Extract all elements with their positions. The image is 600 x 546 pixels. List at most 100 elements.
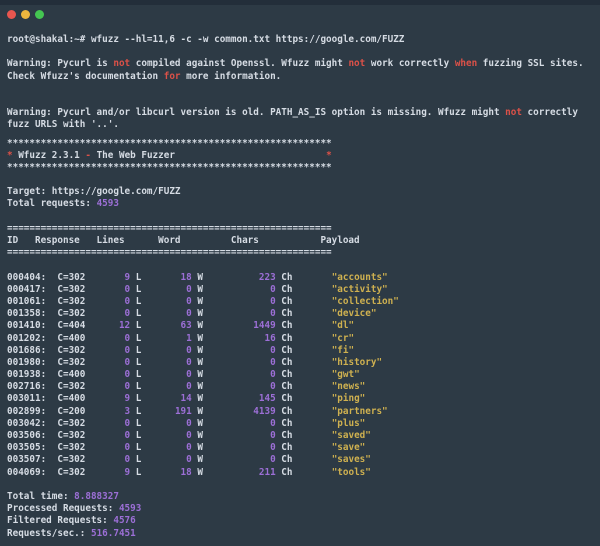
highlighted-text: 0 <box>202 344 276 356</box>
table-separator: ========================================… <box>7 223 600 235</box>
terminal-text: L <box>130 332 142 344</box>
terminal-text: W <box>191 381 203 393</box>
close-button[interactable] <box>7 10 16 19</box>
terminal-text: Target: <box>7 186 52 198</box>
highlighted-text: "saves" <box>331 454 371 466</box>
table-row: 001980: C=302 0 L 0 W 0 Ch "history" <box>7 357 600 369</box>
terminal-text: Ch <box>275 430 332 441</box>
terminal-text: 001980: C=302 <box>7 356 86 368</box>
highlighted-text: 14 <box>141 393 192 405</box>
highlighted-text: 0 <box>202 308 276 320</box>
highlighted-text: 1449 <box>202 320 276 332</box>
terminal-text: fuzz URLS with '..'. <box>7 119 119 131</box>
terminal-text: W <box>191 308 203 320</box>
terminal-text: L <box>130 271 142 283</box>
table-row: 003011: C=400 9 L 14 W 145 Ch "ping" <box>7 393 600 405</box>
terminal-text: 003506: C=302 <box>7 430 86 441</box>
terminal-text: The Web Fuzzer <box>90 149 175 161</box>
highlighted-text: 9 <box>85 271 131 283</box>
terminal-text: ID Response Lines Word Chars Payload <box>7 235 360 246</box>
highlighted-text: 191 <box>141 405 192 417</box>
highlighted-text: 0 <box>141 356 192 368</box>
highlighted-text: 0 <box>85 454 131 466</box>
terminal-text: L <box>130 381 142 393</box>
table-separator: ========================================… <box>7 247 600 259</box>
highlighted-text: 16 <box>202 332 276 344</box>
highlighted-text: 4593 <box>96 198 119 210</box>
highlighted-text: 0 <box>202 283 276 295</box>
summary-line: Requests/sec.: 516.7451 <box>7 528 600 540</box>
terminal-text: compiled against Openssl. Wfuzz might <box>130 58 349 70</box>
terminal-text: 000417: C=302 <box>7 283 86 295</box>
terminal-text: L <box>130 369 142 381</box>
table-row: 002716: C=302 0 L 0 W 0 Ch "news" <box>7 381 600 393</box>
table-row: 001061: C=302 0 L 0 W 0 Ch "collection" <box>7 296 600 308</box>
terminal-text: Total requests: <box>7 198 97 210</box>
highlighted-text: 3 <box>85 405 131 417</box>
highlighted-text: 0 <box>202 442 276 454</box>
terminal-text: 002716: C=302 <box>7 381 86 393</box>
highlighted-text: 0 <box>141 308 192 320</box>
terminal-text: fuzzing SSL sites. <box>477 58 584 70</box>
terminal-text: L <box>130 466 142 478</box>
table-row: 003506: C=302 0 L 0 W 0 Ch "saved" <box>7 430 600 442</box>
maximize-button[interactable] <box>35 10 44 19</box>
terminal-text: Requests/sec.: <box>7 527 91 539</box>
terminal-text: Ch <box>275 308 332 320</box>
highlighted-text: "plus" <box>331 417 366 429</box>
terminal-text: Warning: Pycurl and/or libcurl version i… <box>7 107 506 119</box>
highlighted-text: 516.7451 <box>90 527 136 539</box>
highlighted-text: "ping" <box>331 393 366 405</box>
blank-line <box>7 83 600 95</box>
blank-line <box>7 95 600 107</box>
banner-title: * Wfuzz 2.3.1 - The Web Fuzzer * <box>7 150 600 162</box>
highlighted-text: 12 <box>85 320 131 332</box>
terminal-text: L <box>130 308 142 320</box>
terminal-text: ****************************************… <box>7 137 332 149</box>
terminal-text: Ch <box>275 442 332 454</box>
terminal-text: Ch <box>275 332 332 344</box>
table-row: 003505: C=302 0 L 0 W 0 Ch "save" <box>7 442 600 454</box>
terminal-text: 003505: C=302 <box>7 442 86 454</box>
highlighted-text: "activity" <box>331 283 388 295</box>
highlighted-text: 0 <box>141 430 192 441</box>
summary-line: Filtered Requests: 4576 <box>7 515 600 527</box>
highlighted-text: 0 <box>85 430 131 441</box>
terminal-text: W <box>191 442 203 454</box>
highlighted-text: when <box>454 58 478 70</box>
terminal-text: W <box>191 369 203 381</box>
highlighted-text: not <box>348 58 366 70</box>
minimize-button[interactable] <box>21 10 30 19</box>
highlighted-text: 0 <box>141 442 192 454</box>
prompt-line: root@shakal:~# wfuzz --hl=11,6 -c -w com… <box>7 34 600 46</box>
highlighted-text: * <box>326 149 332 161</box>
table-row: 001686: C=302 0 L 0 W 0 Ch "fi" <box>7 345 600 357</box>
terminal-output[interactable]: root@shakal:~# wfuzz --hl=11,6 -c -w com… <box>0 34 600 540</box>
highlighted-text: 4576 <box>113 515 136 527</box>
terminal-text: Processed Requests: <box>7 503 119 515</box>
terminal-text: Ch <box>275 381 332 393</box>
terminal-text: L <box>130 356 142 368</box>
terminal-text: 003042: C=302 <box>7 417 86 429</box>
terminal-text: W <box>191 405 203 417</box>
terminal-text: L <box>130 417 142 429</box>
terminal-text: L <box>130 283 142 295</box>
terminal-text: 001061: C=302 <box>7 295 86 307</box>
total-requests-line: Total requests: 4593 <box>7 198 600 210</box>
terminal-text: Ch <box>275 393 332 405</box>
terminal-text: 000404: C=302 <box>7 271 86 283</box>
highlighted-text: "accounts" <box>331 271 388 283</box>
terminal-text: L <box>130 393 142 405</box>
terminal-text: 001938: C=400 <box>7 369 86 381</box>
highlighted-text: 0 <box>85 308 131 320</box>
terminal-text: Ch <box>275 320 332 332</box>
terminal-window: root@shakal:~# wfuzz --hl=11,6 -c -w com… <box>0 0 600 546</box>
terminal-text: W <box>191 332 203 344</box>
terminal-text: L <box>130 442 142 454</box>
highlighted-text: 0 <box>202 369 276 381</box>
terminal-text: Total time: <box>7 490 75 502</box>
